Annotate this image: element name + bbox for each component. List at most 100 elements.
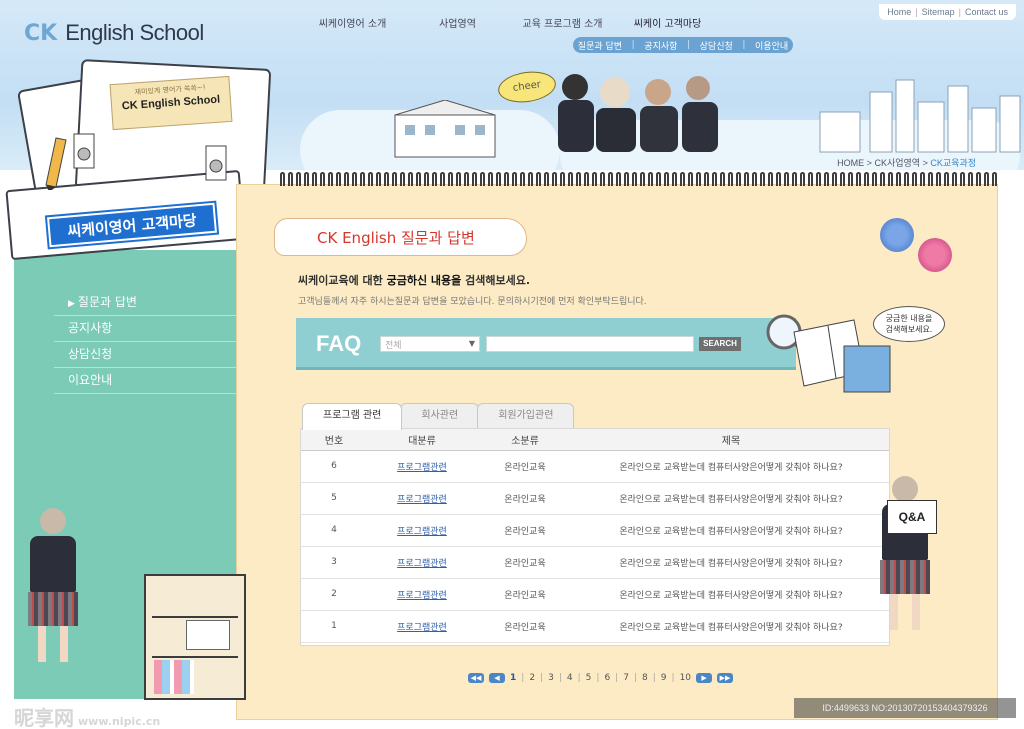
cell-title-link[interactable]: 온라인으로 교육받는데 컴퓨터사양은어떻게 갖춰야 하나요?	[573, 450, 889, 483]
spiral-ring	[952, 172, 957, 186]
cell-number: 6	[301, 450, 367, 483]
spiral-ring	[856, 172, 861, 186]
lnb-item-notice[interactable]: 공지사항	[54, 316, 236, 342]
table-row[interactable]: 6 프로그램관련 온라인교육 온라인으로 교육받는데 컴퓨터사양은어떻게 갖춰야 하나…	[301, 450, 889, 483]
spiral-ring	[528, 172, 533, 186]
spiral-ring	[704, 172, 709, 186]
gnb-item-business[interactable]: 사업영역	[405, 15, 510, 30]
prev-page-button[interactable]: ◀	[489, 673, 505, 683]
tab-program[interactable]: 프로그램 관련	[302, 403, 403, 430]
page-number[interactable]: 8	[642, 673, 648, 683]
page-separator: |	[540, 673, 544, 683]
page-number[interactable]: 1	[510, 673, 516, 683]
search-button[interactable]: SEARCH	[699, 337, 741, 351]
subnav-item-consult[interactable]: 상담신청	[700, 39, 733, 52]
last-page-button[interactable]: ▶▶	[717, 673, 734, 683]
hint-line-1: 궁금한 내용을	[885, 314, 933, 323]
spiral-ring	[472, 172, 477, 186]
page-number[interactable]: 4	[567, 673, 573, 683]
spiral-ring	[632, 172, 637, 186]
pagination: ◀◀ ◀ 1 | 2 | 3 | 4 | 5 | 6 | 7 | 8 | 9 | 10 ▶ ▶▶	[468, 673, 734, 683]
person-head	[892, 476, 918, 502]
cell-title-link[interactable]: 온라인으로 교육받는데 컴퓨터사양은어떻게 갖춰야 하나요?	[573, 482, 889, 515]
page-number[interactable]: 5	[586, 673, 592, 683]
page-number[interactable]: 3	[548, 673, 554, 683]
site-logo[interactable]: CK English School	[24, 20, 204, 46]
table-row[interactable]: 5 프로그램관련 온라인교육 온라인으로 교육받는데 컴퓨터사양은어떻게 갖춰야 하나…	[301, 482, 889, 515]
util-separator: |	[915, 7, 918, 17]
spiral-ring	[864, 172, 869, 186]
gnb-item-about[interactable]: 씨케이영어 소개	[300, 15, 405, 30]
cell-number: 3	[301, 546, 367, 579]
page-number[interactable]: 6	[604, 673, 610, 683]
page-separator: |	[652, 673, 656, 683]
util-link-contact[interactable]: Contact us	[965, 7, 1008, 17]
spiral-ring	[840, 172, 845, 186]
spiral-binding	[280, 172, 1000, 188]
first-page-button[interactable]: ◀◀	[468, 673, 484, 683]
spiral-ring	[432, 172, 437, 186]
col-subcategory: 소분류	[477, 429, 573, 451]
cell-category-link[interactable]: 프로그램관련	[367, 450, 477, 483]
gnb-item-programs[interactable]: 교육 프로그램 소개	[510, 15, 615, 30]
gnb-item-customer[interactable]: 씨케이 고객마당	[615, 15, 720, 30]
lnb-item-guide[interactable]: 이요안내	[54, 368, 236, 394]
page-number[interactable]: 2	[529, 673, 535, 683]
cell-title-link[interactable]: 온라인으로 교육받는데 컴퓨터사양은어떻게 갖춰야 하나요?	[573, 514, 889, 547]
breadcrumb-separator: >	[866, 158, 872, 168]
spiral-ring	[744, 172, 749, 186]
cell-title-link[interactable]: 온라인으로 교육받는데 컴퓨터사양은어떻게 갖춰야 하나요?	[573, 578, 889, 611]
breadcrumb-mid[interactable]: CK사업영역	[874, 158, 920, 168]
cell-subcategory: 온라인교육	[477, 482, 573, 515]
spiral-ring	[656, 172, 661, 186]
shelf-board	[152, 616, 238, 618]
spiral-ring	[456, 172, 461, 186]
cell-category-link[interactable]: 프로그램관련	[367, 546, 477, 579]
intro-text: 씨케이교육에 대한 궁금하신 내용을 검색해보세요. 고객님들께서 자주 하시는…	[298, 272, 647, 307]
subnav-item-notice[interactable]: 공지사항	[644, 39, 677, 52]
spiral-ring	[312, 172, 317, 186]
spiral-ring	[944, 172, 949, 186]
subnav-item-qna[interactable]: 질문과 답변	[578, 39, 622, 52]
spiral-ring	[488, 172, 493, 186]
spiral-ring	[912, 172, 917, 186]
person-legs	[38, 626, 68, 662]
col-title: 제목	[573, 429, 889, 451]
table-row[interactable]: 4 프로그램관련 온라인교육 온라인으로 교육받는데 컴퓨터사양은어떻게 갖춰야 하나…	[301, 514, 889, 547]
search-input[interactable]	[486, 336, 694, 352]
breadcrumb-home[interactable]: HOME	[837, 158, 864, 168]
cheer-speech-bubble: cheer	[496, 68, 558, 106]
cell-title-link[interactable]: 온라인으로 교육받는데 컴퓨터사양은어떻게 갖춰야 하나요?	[573, 546, 889, 579]
cell-subcategory: 온라인교육	[477, 546, 573, 579]
spiral-ring	[768, 172, 773, 186]
table-row[interactable]: 1 프로그램관련 온라인교육 온라인으로 교육받는데 컴퓨터사양은어떻게 갖춰야 하나…	[301, 610, 889, 643]
lnb-item-consult[interactable]: 상담신청	[54, 342, 236, 368]
table-row[interactable]: 2 프로그램관련 온라인교육 온라인으로 교육받는데 컴퓨터사양은어떻게 갖춰야 하나…	[301, 578, 889, 611]
cell-category-link[interactable]: 프로그램관련	[367, 578, 477, 611]
cell-category-link[interactable]: 프로그램관련	[367, 514, 477, 547]
tab-company[interactable]: 회사관련	[400, 403, 480, 429]
table-row[interactable]: 3 프로그램관련 온라인교육 온라인으로 교육받는데 컴퓨터사양은어떻게 갖춰야 하나…	[301, 546, 889, 579]
tab-membership[interactable]: 회원가입관련	[477, 403, 575, 429]
cell-category-link[interactable]: 프로그램관련	[367, 610, 477, 643]
spiral-ring	[584, 172, 589, 186]
cell-title-link[interactable]: 온라인으로 교육받는데 컴퓨터사양은어떻게 갖춰야 하나요?	[573, 610, 889, 643]
signboard: 재미있게 영어가 쏙쏙~! CK English School	[109, 75, 233, 131]
page-number[interactable]: 10	[680, 673, 691, 683]
global-nav: 씨케이영어 소개 사업영역 교육 프로그램 소개 씨케이 고객마당	[300, 15, 720, 30]
spiral-ring	[888, 172, 893, 186]
util-link-home[interactable]: Home	[887, 7, 911, 17]
next-page-button[interactable]: ▶	[696, 673, 713, 683]
spiral-ring	[688, 172, 693, 186]
page-number[interactable]: 9	[661, 673, 667, 683]
subnav-item-guide[interactable]: 이용안내	[755, 39, 788, 52]
spiral-ring	[368, 172, 373, 186]
util-link-sitemap[interactable]: Sitemap	[922, 7, 955, 17]
category-select[interactable]: 전체 ▼	[380, 336, 480, 352]
cell-category-link[interactable]: 프로그램관련	[367, 482, 477, 515]
spiral-ring	[664, 172, 669, 186]
lnb-item-qna[interactable]: ▶ 질문과 답변	[54, 290, 236, 316]
page-number[interactable]: 7	[623, 673, 629, 683]
spiral-ring	[576, 172, 581, 186]
spiral-ring	[344, 172, 349, 186]
